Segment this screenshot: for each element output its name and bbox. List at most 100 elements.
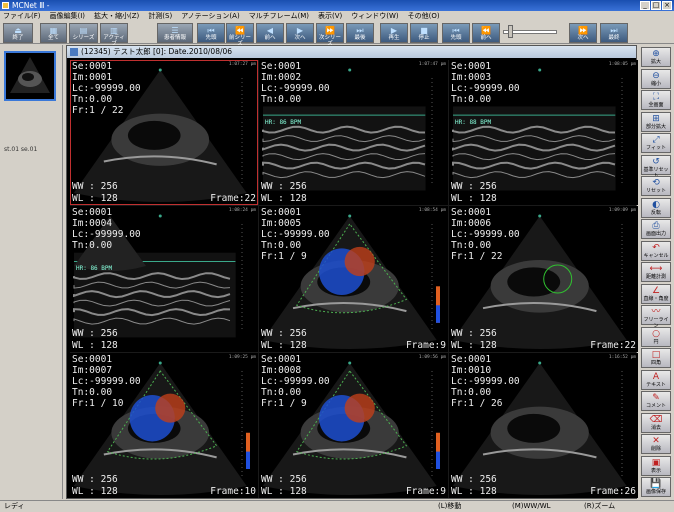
sidebar-tool-button[interactable]: ▣ 表示 [641,455,671,476]
frame-slider-thumb[interactable] [508,25,513,38]
image-cell[interactable]: Se:0001 Im:0004 Lc:-99999.00 Tn:0.00 WW : 25… [70,206,258,352]
frame-next-button[interactable]: ⏩ 次へ [569,23,597,43]
location-value: Lc:-99999.00 [261,376,330,387]
window-level: WL : 128 [261,193,307,204]
thumbnail-panel: st.01 se.01 [0,45,63,499]
tool-sidebar: ⊕拡大⊖縮小⛶全画面⊞部分拡大⤢フィット↺基準リセット⟲リセット◐反転⎙画面出力… [640,45,672,499]
sidebar-tool-button[interactable]: ↺基準リセット [641,154,671,179]
location-value: Lc:-99999.00 [72,229,141,240]
menu-view[interactable]: 表示(V) [318,11,342,22]
next-series-button[interactable]: ⏩ 次シリーズ [316,23,344,47]
window-width: WW : 256 [451,328,497,339]
frame-counter: Fr:1 / 26 [451,398,503,409]
frame-last-button[interactable]: ⏭ 最終 [600,23,628,43]
stop-button[interactable]: ■ 停止 [410,23,438,43]
rewind-icon: ⏪ [481,26,491,35]
sidebar-tool-button[interactable]: ✕ 削除 [641,434,671,454]
sidebar-tool-button[interactable]: ◐ 反転 [641,197,671,218]
image-cell[interactable]: Se:0001 Im:0003 Lc:-99999.00 Tn:0.00 WW : 25… [449,60,638,205]
image-cell[interactable]: Se:0001 Im:0005 Lc:-99999.00 Tn:0.00 Fr:1 / … [259,206,448,352]
stop-icon: ■ [420,26,428,35]
frame-prev-button[interactable]: ⏪ 前へ [472,23,500,43]
fullscreen-icon: ⛶ [652,92,660,102]
image-cell[interactable]: Se:0001 Im:0002 Lc:-99999.00 Tn:0.00 WW : 25… [259,60,448,205]
skip-forward-icon: ⏭ [610,26,618,35]
sidebar-tool-button[interactable]: ⟲ リセット [641,176,671,196]
skip-back-icon: ⏮ [452,26,460,35]
location-value: Lc:-99999.00 [451,229,520,240]
end-button[interactable]: ⏏ 終了 [3,23,33,43]
cancel-icon: ↶ [652,242,660,253]
first-button[interactable]: ⏮ 先頭 [197,23,225,43]
layout-all-button[interactable]: ▦ 全て [40,23,67,43]
thickness-value: Tn:0.00 [451,94,492,105]
sidebar-tool-button[interactable]: ✎ コメント [641,391,671,411]
frame-first-button[interactable]: ⏮ 先頭 [442,23,470,43]
sidebar-tool-button[interactable]: □ 四角 [641,348,671,368]
close-button[interactable]: × [662,1,672,10]
window-width: WW : 256 [451,474,497,485]
sidebar-tool-button[interactable]: ⎙ 画面出力 [641,219,671,239]
exit-icon: ⏏ [14,26,22,35]
menu-annotation[interactable]: アノテーション(A) [181,11,239,22]
toolbar: ⏏ 終了 ▦ 全て ▤ シリーズ ▥ アクティブ ☰ 患者情報 ⏮ 先頭 ⏪ 前シリーズ ◀ 前… [0,22,674,47]
frame-counter: Fr:1 / 9 [261,398,307,409]
menu-zoom[interactable]: 拡大・縮小(Z) [94,11,139,22]
image-cell[interactable]: Se:0001 Im:0008 Lc:-99999.00 Tn:0.00 Fr:1 / … [259,353,448,498]
text-icon: A [652,371,660,382]
prev-series-button[interactable]: ⏪ 前シリーズ [226,23,254,47]
sidebar-tool-button[interactable]: A テキスト [641,369,671,390]
zoom-out-icon: ⊖ [652,70,660,81]
sidebar-tool-button[interactable]: ∠ 直線・角度 [641,283,671,304]
sidebar-tool-button[interactable]: ⌫ 消去 [641,412,671,433]
layout-active-button[interactable]: ▥ アクティブ [100,23,128,47]
location-value: Lc:-99999.00 [261,229,330,240]
thickness-value: Tn:0.00 [72,240,113,251]
menu-measure[interactable]: 計測(S) [148,11,172,22]
window-width: WW : 256 [261,474,307,485]
thickness-value: Tn:0.00 [451,240,492,251]
sidebar-tool-button[interactable]: ⤢ フィット [641,133,671,153]
sidebar-tool-button[interactable]: ⛶ 全画面 [641,90,671,110]
reset-icon: ⟲ [652,178,660,188]
sidebar-tool-button[interactable]: 〰フリーライン [641,305,671,329]
sidebar-tool-button[interactable]: ⊖ 縮小 [641,68,671,89]
menu-file[interactable]: ファイル(F) [3,11,41,22]
fast-forward-icon: ⏩ [325,26,335,35]
next-button[interactable]: ▶ 次へ [286,23,314,43]
sidebar-tool-button[interactable]: ⊞ 部分拡大 [641,111,671,132]
patient-info-button[interactable]: ☰ 患者情報 [157,23,193,43]
thumbnail-image [10,57,50,93]
sidebar-tool-button[interactable]: 💾 画像保存 [641,477,671,497]
menu-other[interactable]: その他(O) [408,11,440,22]
zoom-in-icon: ⊕ [652,49,660,59]
image-number: Im:0002 [261,72,302,83]
image-number: Im:0005 [261,218,302,229]
series-thumbnail[interactable] [4,51,56,101]
series-label: Se:0001 [451,61,492,72]
layout-series-button[interactable]: ▤ シリーズ [69,23,98,43]
sidebar-tool-button[interactable]: ⟷ 距離計測 [641,262,671,282]
play-button[interactable]: ▶ 再生 [380,23,408,43]
maximize-button[interactable]: □ [651,1,661,10]
sidebar-tool-button[interactable]: ⊕ 拡大 [641,47,671,67]
thickness-value: Tn:0.00 [72,94,113,105]
image-number: Im:0008 [261,365,302,376]
image-cell[interactable]: Se:0001 Im:0006 Lc:-99999.00 Tn:0.00 Fr:1 / … [449,206,638,352]
fit-icon: ⤢ [652,135,660,145]
acquisition-time: 1:07:27 pm [228,62,256,67]
prev-button[interactable]: ◀ 前へ [256,23,284,43]
minimize-button[interactable]: _ [640,1,650,10]
menu-window[interactable]: ウィンドウ(W) [351,11,398,22]
image-cell[interactable]: Se:0001 Im:0010 Lc:-99999.00 Tn:0.00 Fr:1 / … [449,353,638,498]
window-level: WL : 128 [451,193,497,204]
menu-image-edit[interactable]: 画像編集(I) [50,11,86,22]
image-cell[interactable]: Se:0001 Im:0007 Lc:-99999.00 Tn:0.00 Fr:1 / … [70,353,258,498]
image-number: Im:0010 [451,365,492,376]
image-cell[interactable]: Se:0001 Im:0001 Lc:-99999.00 Tn:0.00 Fr:1 / … [70,60,258,205]
last-button[interactable]: ⏭ 最後 [346,23,374,43]
menu-multiframe[interactable]: マルチフレーム(M) [249,11,309,22]
sidebar-tool-button[interactable]: ○ 円 [641,326,671,347]
series-label: Se:0001 [72,61,113,72]
sidebar-tool-button[interactable]: ↶ キャンセル [641,240,671,261]
